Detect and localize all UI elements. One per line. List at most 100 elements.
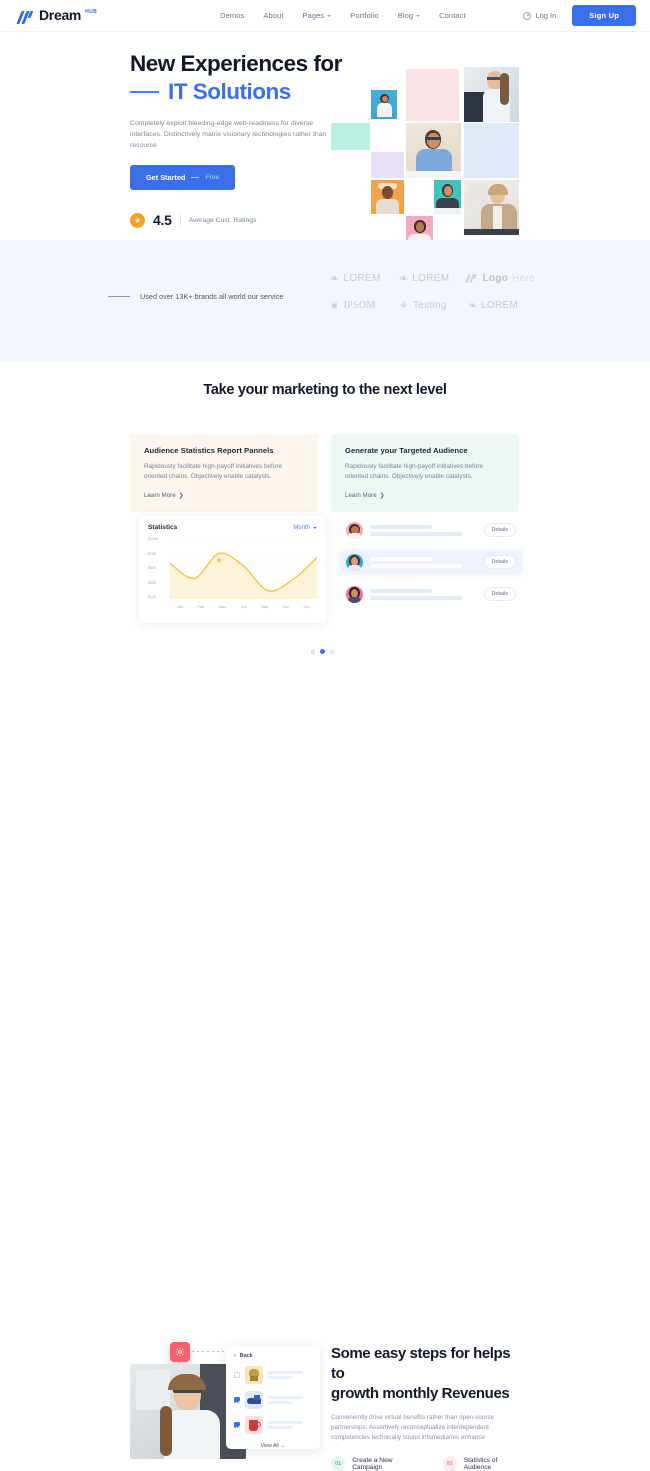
nav-item-pages[interactable]: Pages [303,11,332,20]
hero-title-line2-wrap: IT Solutions [130,78,345,106]
brand-logo-logohere[interactable]: Logo Here [465,272,535,285]
nav-item-portfolio[interactable]: Portfolio [350,11,378,20]
user-circle-icon [523,11,532,20]
nav-label: About [263,11,284,20]
view-all-link[interactable]: View All → [234,1443,312,1449]
y-tick: $30K [148,580,157,585]
placeholder-bars [370,556,477,568]
mockup-list-item[interactable] [234,1391,312,1409]
hero-title-line1: New Experiences for [130,51,342,76]
card-heading: Audience Statistics Report Pannels [144,446,274,455]
chevron-down-icon [313,526,317,529]
placeholder-bars [370,588,477,600]
nav-item-contact[interactable]: Contact [439,11,466,20]
nav-item-demos[interactable]: Demos [220,11,244,20]
brand-label-light: Here [512,273,535,284]
tile-blue-photo [371,90,397,119]
bar [268,1395,304,1399]
chair-thumb [245,1366,263,1384]
logo-text: Dream [39,6,82,23]
checkbox-checked[interactable] [234,1397,240,1403]
accent-dash [108,296,130,297]
list-item[interactable]: Details [340,518,522,542]
list-item[interactable]: Details [340,550,522,574]
feature-card-targeted-audience[interactable]: Generate your Targeted Audience Rapidous… [331,434,519,512]
brand-logo-lorem-1[interactable]: ❧ LOREM [330,272,389,285]
bar [268,1426,293,1430]
placeholder-bars [370,524,477,536]
step-number: 01 [331,1456,346,1471]
hero-subtitle: Completely exploit bleeding-edge web-rea… [130,120,327,149]
carousel-dot[interactable] [311,649,315,654]
main-nav: Demos About Pages Portfolio Blog Contact [220,11,466,20]
chart-range-selector[interactable]: Month [293,525,317,531]
checkbox-unchecked[interactable] [234,1372,240,1378]
step-label: Create a New Campaign [352,1456,393,1471]
steps-list: 01 Create a New Campaign 02 Statistics o… [331,1456,523,1471]
dotted-connector-horizontal [192,1351,226,1352]
card-body: Rapidously facilitate high-payoff initia… [144,463,283,480]
y-tick: $10K [148,595,157,599]
bird-mark-icon: ❦ [330,300,340,312]
feature-card-audience-statistics[interactable]: Audience Statistics Report Pannels Rapid… [130,434,318,512]
login-label: Log In [535,11,557,20]
feature-cards: Audience Statistics Report Pannels Rapid… [130,434,519,512]
chart-y-axis: $100K $75K $50K $30K $10K [148,537,168,599]
x-tick: Apr [241,605,247,609]
signup-button[interactable]: Sign Up [572,5,636,26]
x-tick: Marc [218,605,227,609]
mockup-list-item[interactable] [234,1366,312,1384]
chart-title: Statistics [148,524,178,531]
nav-item-blog[interactable]: Blog [398,11,421,20]
step-item-statistics-audience[interactable]: 02 Statistics of Audience [442,1456,523,1471]
avatar [346,521,363,539]
learn-more-label: Learn More [144,492,176,499]
steps-copy: Some easy steps for helps to growth mont… [331,1344,523,1471]
checkbox-checked[interactable] [234,1422,240,1428]
details-button[interactable]: Details [483,555,516,569]
carousel-dot-active[interactable] [320,649,325,654]
rating-label: Average Cust. Ratings [188,216,257,224]
step-item-create-campaign[interactable]: 01 Create a New Campaign [331,1456,421,1471]
tile-lavender-blank [371,152,404,178]
leaf-mark-icon: ❧ [398,273,409,285]
bar [370,556,432,561]
y-tick: $100K [148,537,159,541]
carousel-dot[interactable] [330,649,334,654]
tulip-mark-icon: ⚘ [398,300,409,312]
chart-range-label: Month [293,524,310,531]
back-button[interactable]: ‹ Back [234,1353,312,1359]
nav-item-about[interactable]: About [263,11,283,20]
chevron-down-icon [416,14,421,17]
logo[interactable]: Dream HUB [16,6,97,24]
list-item[interactable]: Details [340,582,522,606]
brand-logo-testing[interactable]: ⚘ Testing [399,299,458,312]
brand-logo-lorem-2[interactable]: ❧ LOREM [399,272,458,285]
bar [268,1420,304,1424]
shoe-thumb [245,1391,263,1409]
chart-area-fill [170,553,317,599]
x-tick: Jun [282,605,289,609]
learn-more-link[interactable]: Learn More ❯ [144,492,304,499]
arrow-right-icon: → [280,1443,286,1449]
x-tick: Feb [197,605,205,609]
tile-pink-blank [406,69,459,121]
bar [370,588,432,593]
chart-x-axis: Jan Feb Marc Apr May Jun July [170,605,317,609]
chart-header: Statistics Month [148,524,317,531]
details-button[interactable]: Details [483,587,516,601]
brand-logo-lorem-3[interactable]: ❧ LOREM [467,299,535,312]
learn-more-link[interactable]: Learn More ❯ [345,492,505,499]
get-started-button[interactable]: Get Started Free [130,165,236,190]
brand-logo-ipsom[interactable]: ❦ IPSOM [330,299,389,312]
tile-photo-blue-shirt-woman [406,123,461,178]
login-link[interactable]: Log In [523,11,556,20]
details-button[interactable]: Details [483,523,516,537]
mockup-list-item[interactable] [234,1416,312,1434]
brand-label: LOREM [412,273,450,284]
card-body: Rapidously facilitate high-payoff initia… [345,463,484,480]
brands-tagline-wrap: Used over 13K+ brands all world our serv… [108,292,283,301]
app-mockup: ‹ Back View All → [130,1342,320,1459]
divider-dash-icon [191,177,200,178]
hero-copy: New Experiences for IT Solutions Complet… [130,50,345,228]
